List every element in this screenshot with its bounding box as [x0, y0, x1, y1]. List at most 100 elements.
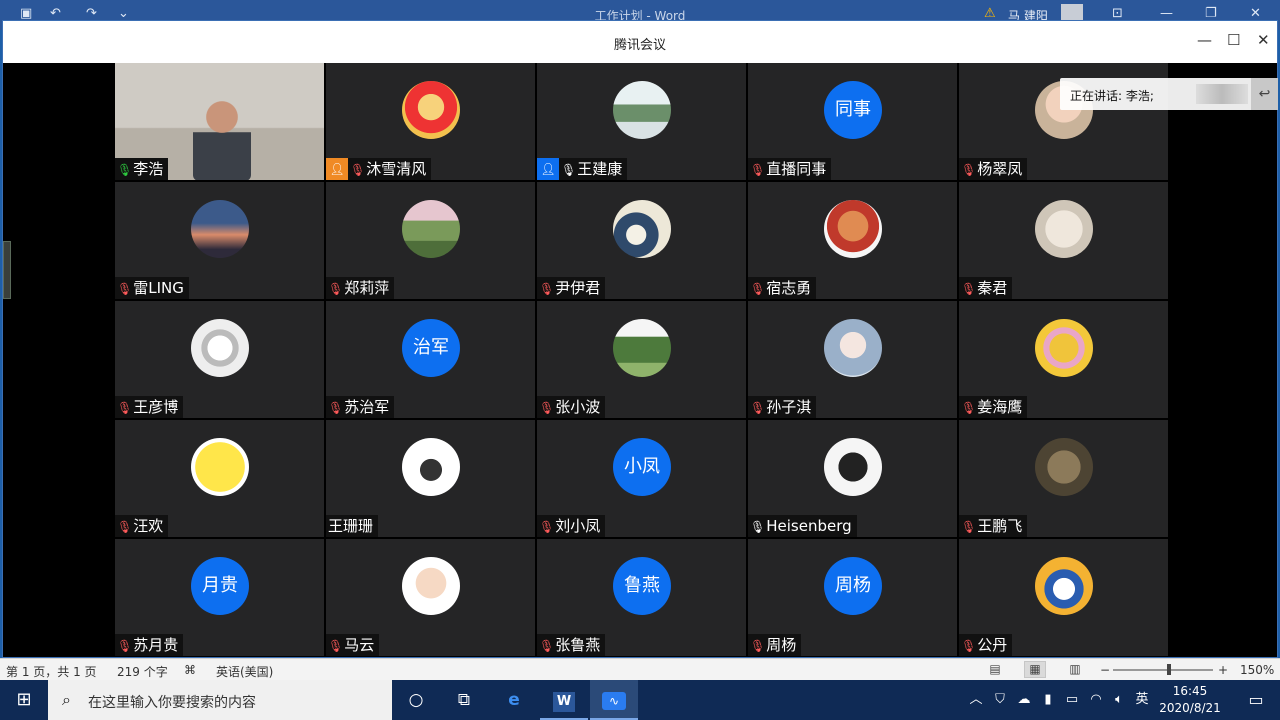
action-center-icon[interactable]: ▭: [1232, 680, 1280, 720]
participant-tile[interactable]: 周杨 🎙︎周杨: [748, 539, 957, 656]
side-panel-handle[interactable]: [3, 241, 11, 299]
word-status-bar: 第 1 页，共 1 页 219 个字 ⌘ 英语(美国) ▤ ▦ ▥ − + 15…: [0, 658, 1280, 680]
minimize-icon[interactable]: —: [1197, 31, 1212, 49]
participant-tile[interactable]: 🎙︎尹伊君: [537, 182, 746, 299]
participant-tile[interactable]: 🎙︎Heisenberg: [748, 420, 957, 537]
print-layout-icon[interactable]: ▦: [1024, 661, 1046, 678]
participant-avatar: [613, 319, 671, 377]
proofing-icon[interactable]: ⌘: [184, 663, 196, 677]
collapse-icon[interactable]: ↩: [1251, 78, 1278, 110]
restore-icon[interactable]: ❐: [1205, 6, 1217, 21]
windows-start-icon[interactable]: ⊞: [0, 680, 48, 720]
zoom-out-icon[interactable]: −: [1100, 663, 1110, 677]
mic-icon: 🎙︎: [117, 163, 133, 177]
meeting-title: 腾讯会议: [613, 38, 666, 53]
zoom-slider-knob[interactable]: [1167, 664, 1171, 675]
participant-nametag: 王珊珊: [326, 515, 379, 537]
participant-tile[interactable]: 同事 🎙︎直播同事: [748, 63, 957, 180]
participant-nametag: 🎙︎苏月贵: [115, 634, 184, 656]
mic-muted-icon: 🎙︎: [750, 163, 766, 177]
word-count[interactable]: 219 个字: [117, 663, 168, 680]
word-taskbar-icon[interactable]: W: [540, 680, 588, 720]
participant-tile[interactable]: 治军 🎙︎苏治军: [326, 301, 535, 418]
tencent-meeting-taskbar-icon[interactable]: ∿: [590, 680, 638, 720]
mic-icon: 🎙︎: [750, 520, 766, 534]
participant-tile[interactable]: 🎙︎王鹏飞: [959, 420, 1168, 537]
participant-tile[interactable]: 🎙︎郑莉萍: [326, 182, 535, 299]
participant-tile[interactable]: 🎙︎王彦博: [115, 301, 324, 418]
participant-tile[interactable]: 👤︎ 🎙︎王建康: [537, 63, 746, 180]
participant-tile[interactable]: 🎙︎姜海鹰: [959, 301, 1168, 418]
participant-name: 姜海鹰: [977, 398, 1023, 416]
clock-date: 2020/8/21: [1159, 701, 1221, 715]
participant-nametag: 🎙︎汪欢: [115, 515, 169, 537]
mic-muted-icon: 🎙︎: [117, 282, 133, 296]
participant-tile[interactable]: 🎙︎李浩: [115, 63, 324, 180]
participant-name: Heisenberg: [766, 517, 852, 535]
participant-name: 苏月贵: [133, 636, 179, 654]
wifi-icon[interactable]: ◠: [1084, 680, 1108, 720]
participant-tile[interactable]: 👤︎ 🎙︎沐雪清风: [326, 63, 535, 180]
participant-tile[interactable]: 王珊珊: [326, 420, 535, 537]
minimize-icon[interactable]: —: [1160, 6, 1173, 21]
participant-nametag: 🎙︎郑莉萍: [326, 277, 395, 299]
participant-tile[interactable]: 🎙︎秦君: [959, 182, 1168, 299]
mic-muted-icon: 🎙︎: [961, 163, 977, 177]
read-mode-icon[interactable]: ▤: [984, 661, 1006, 678]
battery-icon[interactable]: ▭: [1060, 680, 1084, 720]
onedrive-icon[interactable]: ☁: [1012, 680, 1036, 720]
language-status[interactable]: 英语(美国): [216, 663, 273, 680]
participant-tile[interactable]: 鲁燕 🎙︎张鲁燕: [537, 539, 746, 656]
taskbar-search[interactable]: ⌕ 在这里输入你要搜索的内容: [48, 680, 392, 720]
participant-tile[interactable]: 🎙︎孙子淇: [748, 301, 957, 418]
zoom-slider[interactable]: [1113, 669, 1213, 671]
web-layout-icon[interactable]: ▥: [1064, 661, 1086, 678]
security-shield-icon[interactable]: ⛉: [988, 680, 1012, 720]
participant-name: 刘小凤: [555, 517, 601, 535]
participant-tile[interactable]: 🎙︎宿志勇: [748, 182, 957, 299]
meeting-window: 腾讯会议 — ☐ ✕ 🎙︎李浩 👤︎ 🎙︎沐雪清风 👤︎ 🎙︎王建康 同事 🎙︎直播同事 🎙︎…: [2, 20, 1278, 658]
participant-name: 杨翠凤: [977, 160, 1023, 178]
mic-muted-icon: 🎙︎: [539, 282, 555, 296]
warning-icon: ⚠: [984, 6, 996, 21]
participant-tile[interactable]: 🎙︎马云: [326, 539, 535, 656]
maximize-icon[interactable]: ☐: [1227, 31, 1240, 49]
speaking-label: 正在讲话: 李浩;: [1070, 89, 1154, 103]
close-icon[interactable]: ✕: [1257, 31, 1270, 49]
participant-tile[interactable]: 🎙︎张小波: [537, 301, 746, 418]
participant-name: 宿志勇: [766, 279, 812, 297]
mic-muted-icon: 🎙︎: [539, 520, 555, 534]
close-icon[interactable]: ✕: [1250, 6, 1261, 21]
participant-avatar: [613, 200, 671, 258]
participant-tile[interactable]: 🎙︎雷LING: [115, 182, 324, 299]
show-hidden-icons-icon[interactable]: ︿: [964, 680, 988, 720]
participant-name: 马云: [344, 636, 375, 654]
page-count[interactable]: 第 1 页，共 1 页: [6, 663, 97, 680]
participant-tile[interactable]: 月贵 🎙︎苏月贵: [115, 539, 324, 656]
task-view-icon[interactable]: ⧉: [440, 680, 488, 720]
participant-nametag: 🎙︎Heisenberg: [748, 515, 857, 537]
mic-muted-icon: 🎙︎: [350, 163, 366, 177]
participant-avatar: [1035, 438, 1093, 496]
participant-tile[interactable]: 🎙︎汪欢: [115, 420, 324, 537]
edge-icon[interactable]: e: [490, 680, 538, 720]
participant-nametag: 👤︎ 🎙︎王建康: [537, 158, 628, 180]
participant-tile[interactable]: 🎙︎公丹: [959, 539, 1168, 656]
mic-muted-icon: 🎙︎: [961, 639, 977, 653]
zoom-level[interactable]: 150%: [1240, 663, 1274, 677]
participant-name: 张鲁燕: [555, 636, 601, 654]
mic-muted-icon: 🎙︎: [117, 639, 133, 653]
zoom-in-icon[interactable]: +: [1218, 663, 1228, 677]
participant-nametag: 🎙︎王鹏飞: [959, 515, 1028, 537]
system-clock[interactable]: 16:45 2020/8/21: [1150, 683, 1230, 717]
mic-muted-icon: 🎙︎: [539, 639, 555, 653]
participant-avatar: [402, 81, 460, 139]
cortana-icon[interactable]: ○: [392, 680, 440, 720]
participant-nametag: 🎙︎宿志勇: [748, 277, 817, 299]
participant-avatar: [1035, 319, 1093, 377]
participant-avatar: [402, 557, 460, 615]
microphone-icon[interactable]: ▮: [1036, 680, 1060, 720]
participant-tile[interactable]: 小凤 🎙︎刘小凤: [537, 420, 746, 537]
volume-icon[interactable]: 🔈︎: [1108, 680, 1130, 720]
ribbon-display-icon[interactable]: ⊡: [1112, 6, 1123, 21]
